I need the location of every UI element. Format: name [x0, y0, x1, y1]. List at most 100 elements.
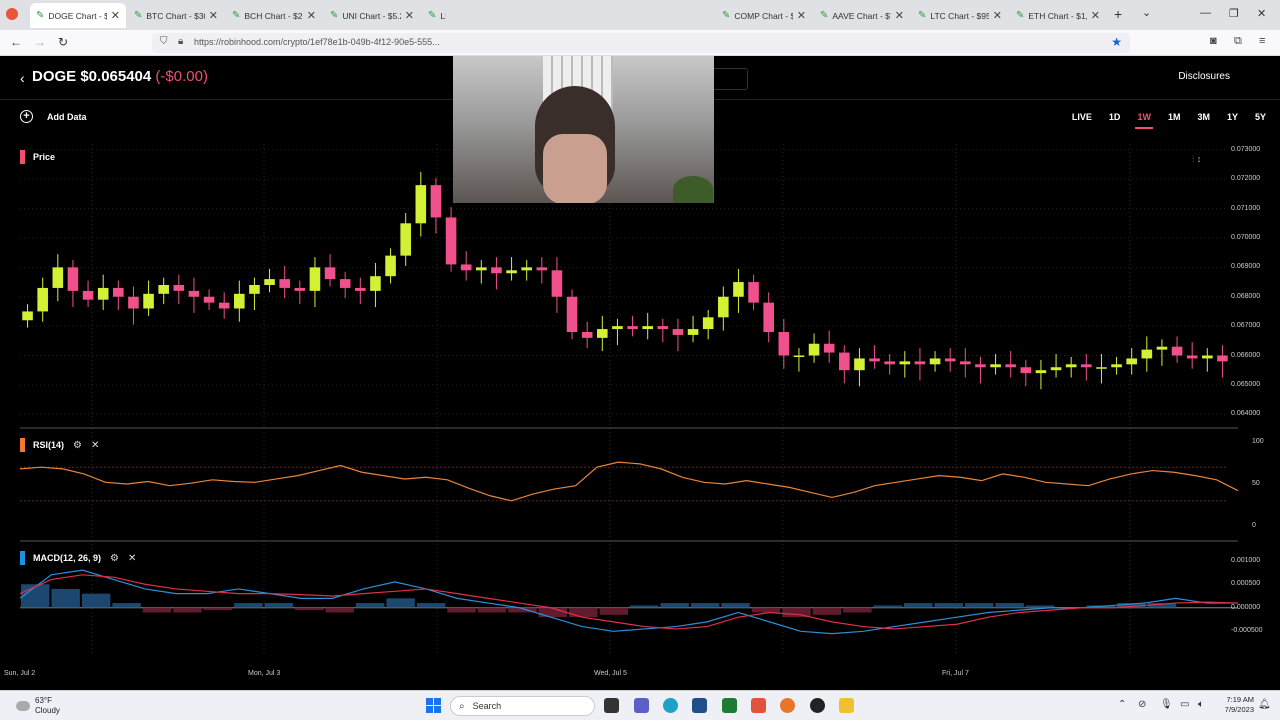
candle-body [718, 296, 729, 318]
browser-tab[interactable]: ✎ COMP Chart - $ ✕ [716, 3, 812, 28]
macd-axis-tick: -0.000500 [1231, 627, 1263, 635]
xbox-icon[interactable] [722, 698, 737, 713]
candle-body [400, 223, 411, 256]
browser-tab[interactable]: ✎LIN [422, 3, 452, 28]
forward-icon[interactable]: → [34, 35, 46, 49]
task-view-icon[interactable] [604, 698, 619, 713]
chart-type-icon[interactable]: ⫶ ↕ [1192, 154, 1201, 165]
gear-icon[interactable]: ⚙ [110, 553, 119, 564]
browser-tab[interactable]: ✎ UNI Chart - $5.2 ✕ [324, 3, 420, 28]
macd-swatch [20, 551, 25, 565]
close-tab-icon[interactable]: ✕ [895, 9, 904, 22]
weather-text: 63°F Cloudy [35, 696, 60, 715]
browser-tab[interactable]: ✎ DOGE Chart - $ ✕ [30, 3, 126, 28]
volume-icon[interactable]: 🔈︎ [1198, 699, 1204, 710]
candle-body [672, 329, 684, 335]
candle-body [415, 185, 427, 224]
extensions-icon[interactable]: ⧉ [1234, 35, 1242, 48]
tab-label: ETH Chart - $1,8 [1028, 10, 1087, 21]
candle-body [1202, 355, 1213, 359]
macd-histogram-bar [295, 607, 324, 611]
windows-start-icon[interactable] [426, 698, 441, 713]
new-tab-icon[interactable]: + [1114, 6, 1122, 22]
close-icon[interactable]: ✕ [91, 440, 99, 451]
candle-body [1111, 364, 1122, 368]
close-tab-icon[interactable]: ✕ [307, 9, 316, 22]
signal-line [19, 574, 1239, 630]
rsi-axis-tick: 0 [1252, 522, 1256, 529]
browser-tab[interactable]: ✎ LTC Chart - $95 ✕ [912, 3, 1008, 28]
close-tab-icon[interactable]: ✕ [993, 9, 1002, 22]
candle-body [1096, 367, 1107, 369]
candle-body [385, 255, 396, 277]
chevron-up-icon[interactable]: ⌃ [1118, 699, 1126, 710]
price-axis-tick: 0.065000 [1231, 380, 1261, 388]
candle-body [566, 296, 578, 332]
file-explorer-icon[interactable] [839, 698, 854, 713]
brave-icon[interactable] [751, 698, 766, 713]
close-icon[interactable]: ✕ [128, 553, 136, 564]
bookmark-star-icon[interactable]: ★ [1111, 35, 1122, 49]
reload-icon[interactable]: ↻ [58, 35, 68, 49]
clock[interactable]: 7:19 AM 7/9/2023 [1218, 695, 1254, 715]
shield-icon[interactable]: ⛉ [160, 36, 168, 47]
robinhood-feather-icon: ✎ [134, 10, 143, 21]
browser-tab[interactable]: ✎ AAVE Chart - $7 ✕ [814, 3, 910, 28]
network-icon[interactable]: ⊘ [1138, 699, 1146, 710]
close-tab-icon[interactable]: ✕ [111, 9, 120, 22]
browser-tab-bar: ✎ DOGE Chart - $ ✕ ✎ BTC Chart - $30 ✕ ✎ BCH Ch… [0, 0, 1280, 30]
microphone-icon[interactable]: 🎙︎ [1160, 699, 1173, 710]
close-tab-icon[interactable]: ✕ [1091, 9, 1100, 22]
display-icon[interactable]: ▭ [1180, 699, 1189, 710]
person-face [543, 134, 607, 203]
edge-icon[interactable] [663, 698, 678, 713]
candle-body [143, 293, 154, 309]
lock-icon[interactable]: 🔒︎ [178, 36, 183, 47]
candle-body [234, 293, 245, 309]
firefox-icon[interactable] [6, 8, 18, 20]
macd-histogram-bar [355, 603, 385, 608]
browser-tab[interactable]: ✎ ETH Chart - $1,8 ✕ [1010, 3, 1106, 28]
search-icon: ⌕ [459, 700, 465, 712]
menu-icon[interactable]: ≡ [1259, 35, 1265, 47]
weather-widget[interactable]: 63°F Cloudy [16, 696, 60, 716]
browser-tab[interactable]: ✎ BTC Chart - $30 ✕ [128, 3, 224, 28]
taskbar-search[interactable]: ⌕ Search [450, 696, 595, 716]
pocket-icon[interactable]: ◙ [1210, 35, 1217, 47]
close-tab-icon[interactable]: ✕ [797, 9, 806, 22]
robinhood-feather-icon: ✎ [36, 10, 45, 21]
candle-body [128, 296, 139, 309]
macd-histogram-bar [477, 607, 507, 613]
candle-body [763, 302, 774, 332]
store-icon[interactable] [692, 698, 707, 713]
browser-tab[interactable]: ✎ BCH Chart - $26 ✕ [226, 3, 322, 28]
close-tab-icon[interactable]: ✕ [209, 9, 218, 22]
close-tab-icon[interactable]: ✕ [405, 9, 414, 22]
candle-body [249, 285, 260, 294]
chevron-down-icon[interactable]: ⌄ [1142, 6, 1151, 19]
teams-icon[interactable] [634, 698, 649, 713]
obs-icon[interactable] [810, 698, 825, 713]
price-axis-tick: 0.071000 [1231, 204, 1261, 212]
address-bar[interactable]: ⛉ 🔒︎ https://robinhood.com/crypto/1ef78e… [152, 33, 1130, 53]
back-icon[interactable]: ← [10, 35, 22, 49]
url-text[interactable]: https://robinhood.com/crypto/1ef78e1b-04… [194, 37, 440, 47]
x-axis-label: Wed, Jul 5 [594, 670, 627, 677]
gear-icon[interactable]: ⚙ [73, 440, 82, 451]
candle-body [113, 287, 124, 297]
candle-body [657, 326, 669, 330]
macd-histogram-bar [21, 584, 50, 608]
notification-icon[interactable]: 🔔︎ [1258, 699, 1271, 710]
close-window-icon[interactable]: ✕ [1257, 7, 1266, 20]
candle-body [158, 285, 169, 294]
robinhood-feather-icon: ✎ [428, 10, 437, 21]
candle-body [264, 279, 275, 285]
candle-body [324, 267, 336, 280]
price-axis-tick: 0.069000 [1231, 263, 1261, 271]
price-axis-tick: 0.064000 [1231, 410, 1261, 418]
minimize-icon[interactable]: — [1200, 7, 1211, 19]
robinhood-feather-icon: ✎ [722, 10, 731, 21]
plant [673, 176, 713, 203]
firefox-taskbar-icon[interactable] [780, 698, 795, 713]
restore-icon[interactable]: ❐ [1229, 7, 1239, 20]
